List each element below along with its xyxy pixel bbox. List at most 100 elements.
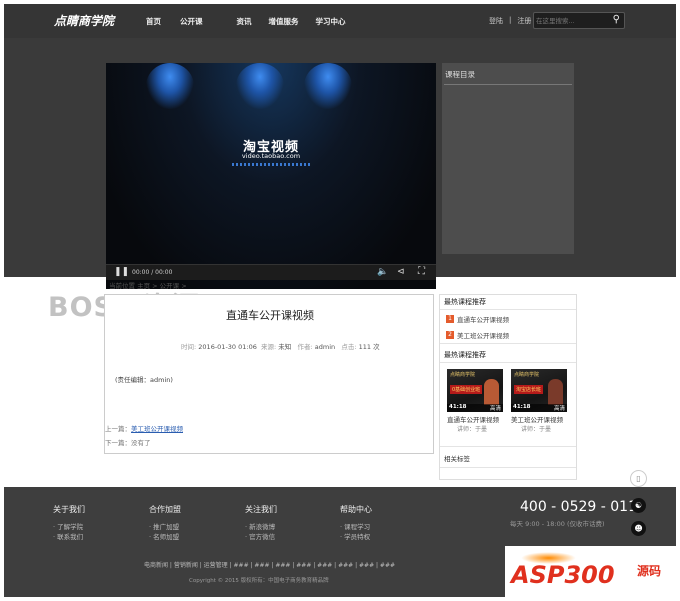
course-card[interactable]: 点睛商学院 0基础创业班 41:18 高清 直通车公开课视频 讲师：于墨 [447, 369, 503, 446]
meta-source: 未知 [278, 343, 292, 351]
page: 点睛商学院 首页 公开课 资讯 增值服务 学习中心 登陆 | 注册 ⚲ 淘宝视频… [4, 4, 676, 597]
course-teacher: 讲师：于墨 [457, 426, 488, 433]
meta-time: 2016-01-30 01:06 [198, 343, 257, 351]
meta-label: 来源: [261, 343, 277, 351]
instructor-photo [548, 379, 563, 405]
footer-col-follow: 关注我们 · 新浪微博 · 官方微信 [245, 504, 277, 542]
service-hours: 每天 9:00 - 18:00 (仅收市话费) [510, 520, 605, 528]
footer-col-title: 关于我们 [53, 505, 85, 514]
search-input[interactable] [536, 15, 604, 26]
weibo-icon[interactable]: ☯ [631, 498, 646, 513]
footer-col-help: 帮助中心 · 课程学习 · 学员特权 [340, 504, 372, 542]
course-thumbnail[interactable]: 点睛商学院 淘宝店长班 41:18 高清 [511, 369, 567, 412]
nav-home[interactable]: 首页 [146, 16, 161, 27]
thumb-badge: 淘宝店长班 [514, 385, 544, 394]
stage-light [146, 63, 194, 109]
footer-col-about: 关于我们 · 了解学院 · 联系我们 [53, 504, 85, 542]
thumb-footer: 41:18 高清 [447, 404, 503, 412]
course-title[interactable]: 美工班公开课视频 [511, 414, 567, 424]
list-item[interactable]: 2 美工班公开课视频 [440, 327, 576, 344]
course-card[interactable]: 点睛商学院 淘宝店长班 41:18 高清 美工班公开课视频 讲师：于墨 [511, 369, 567, 446]
hot-courses-title: 最热课程推荐 [440, 295, 576, 310]
badge-text: ASP300 [511, 561, 615, 589]
instructor-photo [484, 379, 499, 405]
footer-col-title: 帮助中心 [340, 505, 372, 514]
prev-article-link[interactable]: 美工班公开课视频 [131, 425, 183, 433]
meta-clicks: 111 次 [358, 343, 380, 351]
nav-news[interactable]: 资讯 [237, 16, 252, 27]
qq-icon[interactable]: ☻ [631, 521, 646, 536]
video-section: 淘宝视频 video.taobao.com ❚❚ 00:00 / 00:00 🔈… [4, 38, 676, 289]
article-meta: 时间: 2016-01-30 01:06 来源: 未知 作者: admin 点击… [181, 341, 380, 351]
share-icon[interactable]: ⊲ [397, 267, 405, 277]
footer-link[interactable]: · 课程学习 [340, 522, 372, 532]
footer-link[interactable]: · 官方微信 [245, 532, 277, 542]
register-link[interactable]: 注册 [517, 16, 531, 26]
list-item[interactable]: 1 直通车公开课视频 [440, 310, 576, 327]
course-thumbnail[interactable]: 点睛商学院 0基础创业班 41:18 高清 [447, 369, 503, 412]
badge-suffix: 源码 [637, 564, 662, 578]
catalog-title: 课程目录 [445, 70, 475, 79]
footer-links[interactable]: 电商新闻 | 营销新闻 | 运营管理 | ### | ### | ### | #… [144, 560, 395, 569]
mobile-icon[interactable]: ▯ [630, 470, 647, 487]
prev-label: 上一篇： [105, 425, 131, 433]
footer-col-title: 合作加盟 [149, 505, 181, 514]
video-logo-url: video.taobao.com [241, 152, 301, 160]
next-article: 下一篇：没有了 [105, 439, 151, 447]
tags-title: 相关标签 [440, 451, 576, 468]
article-title: 直通车公开课视频 [226, 309, 314, 322]
meta-label: 点击: [341, 343, 357, 351]
thumb-brand: 点睛商学院 [514, 372, 540, 378]
footer-link[interactable]: · 了解学院 [53, 522, 85, 532]
footer-link[interactable]: · 新浪微博 [245, 522, 277, 532]
divider [444, 84, 572, 85]
time-display: 00:00 / 00:00 [132, 269, 173, 276]
course-catalog: 课程目录 [442, 63, 574, 254]
article-panel: 直通车公开课视频 时间: 2016-01-30 01:06 来源: 未知 作者:… [104, 294, 434, 454]
video-player[interactable]: 淘宝视频 video.taobao.com ❚❚ 00:00 / 00:00 🔈… [106, 63, 436, 289]
rank-badge: 1 [446, 314, 454, 323]
footer-link[interactable]: · 推广加盟 [149, 522, 181, 532]
course-cards: 点睛商学院 0基础创业班 41:18 高清 直通车公开课视频 讲师：于墨 点睛商学… [440, 363, 576, 447]
footer-col-title: 关注我们 [245, 505, 277, 514]
fullscreen-icon[interactable]: ⛶ [418, 266, 425, 277]
stage-light [304, 63, 352, 109]
footer-link[interactable]: · 学员特权 [340, 532, 372, 542]
pause-icon[interactable]: ❚❚ [114, 267, 129, 277]
quality-tag: 高清 [553, 406, 565, 412]
tags-list [440, 468, 576, 479]
site-logo[interactable]: 点睛商学院 [54, 12, 114, 29]
thumb-brand: 点睛商学院 [450, 372, 476, 378]
prev-article: 上一篇：美工班公开课视频 [105, 423, 183, 433]
rank-badge: 2 [446, 331, 454, 339]
search-icon[interactable]: ⚲ [613, 14, 620, 25]
thumb-badge: 0基础创业班 [450, 385, 483, 394]
player-controls: ❚❚ 00:00 / 00:00 🔈 ⊲ ⛶ [106, 264, 436, 280]
volume-icon[interactable]: 🔈 [377, 267, 388, 277]
copyright: Copyright © 2015 版权所有：中国电子商务教育精品牌 [189, 578, 329, 584]
course-title[interactable]: 直通车公开课视频 [447, 414, 503, 424]
duration: 41:18 [449, 404, 467, 410]
sidebar: 最热课程推荐 1 直通车公开课视频 2 美工班公开课视频 最热课程推荐 点睛商学… [439, 294, 577, 480]
footer-link[interactable]: · 名师加盟 [149, 532, 181, 542]
recommended-title: 最热课程推荐 [440, 348, 576, 363]
footer-col-partner: 合作加盟 · 推广加盟 · 名师加盟 [149, 504, 181, 542]
separator: | [509, 16, 512, 24]
asp300-badge: ASP300 源码 [505, 546, 676, 597]
nav-services[interactable]: 增值服务 [269, 16, 299, 27]
nav-learning-center[interactable]: 学习中心 [316, 16, 346, 27]
footer-link[interactable]: · 联系我们 [53, 532, 85, 542]
duration: 41:18 [513, 404, 531, 410]
meta-label: 作者: [297, 343, 313, 351]
course-teacher: 讲师：于墨 [521, 426, 552, 433]
login-link[interactable]: 登陆 [489, 16, 503, 26]
main-nav: 首页 公开课 资讯 增值服务 学习中心 [146, 16, 346, 27]
list-item-label: 直通车公开课视频 [457, 315, 509, 324]
nav-open-course[interactable]: 公开课 [180, 16, 203, 27]
video-logo-dots [232, 163, 310, 166]
top-bar: 点睛商学院 首页 公开课 资讯 增值服务 学习中心 登陆 | 注册 ⚲ [4, 4, 676, 38]
account-links: 登陆 | 注册 [489, 16, 531, 26]
quality-tag: 高清 [489, 406, 501, 412]
thumb-footer: 41:18 高清 [511, 404, 567, 412]
list-item-label: 美工班公开课视频 [457, 332, 509, 340]
